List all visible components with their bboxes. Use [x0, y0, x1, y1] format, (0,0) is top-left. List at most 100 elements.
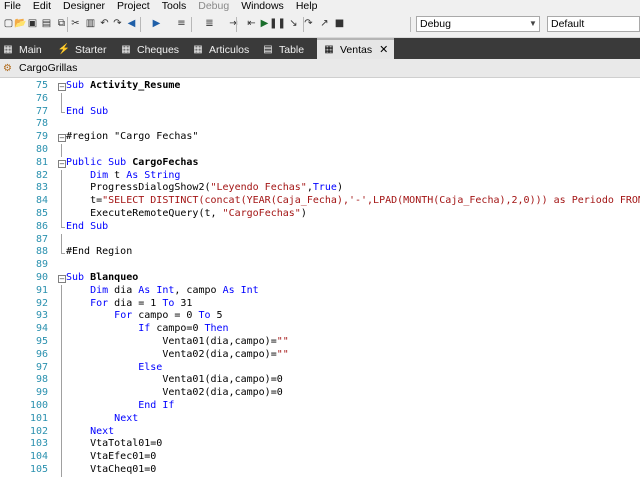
code-line[interactable]: 93 For campo = 0 To 5: [0, 310, 640, 323]
collapse-icon[interactable]: −: [58, 134, 66, 143]
tab-main[interactable]: ▦ Main: [2, 40, 42, 59]
line-number: 92: [35, 297, 48, 309]
build-config-select[interactable]: Debug ▼: [416, 16, 540, 32]
line-number: 102: [29, 425, 48, 437]
line-number: 84: [35, 195, 48, 207]
code-line[interactable]: 94 If campo=0 Then: [0, 323, 640, 336]
collapse-icon[interactable]: −: [58, 83, 66, 91]
menu-edit[interactable]: Edit: [33, 0, 51, 13]
close-icon[interactable]: ✕: [379, 43, 388, 56]
platform-select[interactable]: Default: [547, 16, 640, 32]
code-line[interactable]: 104 VtaEfec01=0: [0, 451, 640, 464]
code-line[interactable]: 98 Venta01(dia,campo)=0: [0, 374, 640, 387]
menu-file[interactable]: File: [4, 0, 21, 13]
code-line[interactable]: 99 Venta02(dia,campo)=0: [0, 387, 640, 400]
code-line[interactable]: 87: [0, 234, 640, 247]
tab-ventas[interactable]: ▦ Ventas ✕: [317, 38, 395, 59]
tab-bar: ▦ Main ⚡ Starter ▦ Cheques ▦ Articulos ▤ Table ▦ Ve…: [0, 38, 640, 59]
sub-icon: ⚙: [3, 62, 12, 74]
collapse-icon[interactable]: −: [58, 159, 66, 168]
code-line[interactable]: 103 VtaTotal01=0: [0, 438, 640, 451]
code-text: VtaEfec01=0: [66, 451, 157, 463]
code-line[interactable]: 89: [0, 259, 640, 272]
line-number: 81: [35, 156, 48, 168]
code-line[interactable]: 75 Sub Activity_Resume: [0, 80, 640, 93]
code-line[interactable]: 96 Venta02(dia,campo)="": [0, 349, 640, 362]
fold-guide: [61, 387, 62, 400]
code-text: Venta01(dia,campo)="": [66, 336, 289, 347]
code-text: t="SELECT DISTINCT(concat(YEAR(Caja_Fech…: [66, 195, 640, 207]
code-line[interactable]: 88 #End Region: [0, 246, 640, 259]
code-line[interactable]: 95 Venta01(dia,campo)="": [0, 336, 640, 349]
code-line[interactable]: 79 #region "Cargo Fechas": [0, 131, 640, 144]
toolbar-separator: [410, 17, 411, 32]
back-icon[interactable]: ◀: [125, 17, 138, 30]
menu-debug[interactable]: Debug: [198, 0, 229, 13]
menu-tools[interactable]: Tools: [162, 0, 187, 13]
code-line[interactable]: 77 End Sub: [0, 106, 640, 119]
cut-icon[interactable]: ✂: [69, 17, 82, 30]
menu-designer[interactable]: Designer: [63, 0, 105, 13]
tab-table[interactable]: ▤ Table: [262, 40, 304, 59]
code-line[interactable]: 85 ExecuteRemoteQuery(t, "CargoFechas"): [0, 208, 640, 221]
code-line[interactable]: 84 t="SELECT DISTINCT(concat(YEAR(Caja_F…: [0, 195, 640, 208]
module-icon: ▦: [121, 44, 131, 55]
fold-end-guide: [61, 252, 65, 254]
module-icon: ▦: [324, 44, 334, 55]
code-line[interactable]: 102 Next: [0, 426, 640, 439]
fold-guide: [61, 323, 62, 336]
code-line[interactable]: 78: [0, 118, 640, 131]
line-number: 85: [35, 208, 48, 219]
step-in-icon[interactable]: ↘: [287, 17, 300, 30]
forward-icon[interactable]: ▶: [150, 17, 163, 30]
step-out-icon[interactable]: ↗: [318, 17, 331, 30]
code-editor[interactable]: 75 Sub Activity_Resume −76 77 End Sub 78 79 #re…: [0, 78, 640, 477]
table-icon: ▤: [263, 44, 273, 55]
code-line[interactable]: 76: [0, 93, 640, 106]
code-text: #region "Cargo Fechas": [66, 131, 199, 143]
indent-icon[interactable]: ⇥: [227, 17, 240, 30]
code-line[interactable]: 83 ProgressDialogShow2("Leyendo Fechas",…: [0, 182, 640, 195]
menu-help[interactable]: Help: [296, 0, 318, 13]
tab-label: Table: [279, 43, 305, 56]
current-sub-label[interactable]: CargoGrillas: [19, 62, 77, 74]
uncomment-icon[interactable]: ≣: [203, 17, 216, 30]
tab-starter[interactable]: ⚡ Starter: [58, 40, 107, 59]
fold-guide: [61, 195, 62, 208]
code-line[interactable]: 86 End Sub: [0, 221, 640, 234]
code-line[interactable]: 82 Dim t As String: [0, 170, 640, 183]
tab-articulos[interactable]: ▦ Articulos: [192, 40, 249, 59]
line-number: 89: [35, 259, 48, 271]
menu-windows[interactable]: Windows: [241, 0, 284, 13]
code-line[interactable]: 101 Next: [0, 413, 640, 426]
code-line[interactable]: 97 Else: [0, 362, 640, 375]
paste-icon[interactable]: ▥: [84, 17, 97, 30]
code-line[interactable]: 92 For dia = 1 To 31: [0, 298, 640, 311]
code-line[interactable]: 100 End If: [0, 400, 640, 413]
menu-bar: File Edit Designer Project Tools Debug Windows…: [0, 0, 640, 13]
tab-cheques[interactable]: ▦ Cheques: [120, 40, 179, 59]
fold-guide: [61, 348, 62, 362]
menu-project[interactable]: Project: [117, 0, 150, 13]
comment-icon[interactable]: ≡: [175, 17, 188, 30]
stop-icon[interactable]: ■: [333, 17, 346, 30]
pause-icon[interactable]: ❚❚: [269, 17, 286, 30]
code-text: Public Sub CargoFechas: [66, 156, 199, 168]
collapse-icon[interactable]: −: [58, 275, 66, 283]
code-text: Sub Blanqueo: [66, 272, 139, 283]
save-all-icon[interactable]: ▤: [40, 17, 53, 30]
toolbar-separator: [236, 17, 237, 32]
redo-icon[interactable]: ↷: [111, 17, 124, 30]
undo-icon[interactable]: ↶: [98, 17, 111, 30]
code-text: End Sub: [66, 220, 109, 232]
code-line[interactable]: 81 Public Sub CargoFechas: [0, 157, 640, 170]
line-number: 103: [29, 438, 48, 450]
code-text: Dim t As String: [90, 169, 181, 181]
code-line[interactable]: 90 Sub Blanqueo: [0, 272, 640, 285]
code-line[interactable]: 80: [0, 144, 640, 157]
outdent-icon[interactable]: ⇤: [245, 17, 258, 30]
save-icon[interactable]: ▣: [26, 17, 39, 30]
fold-guide: [61, 310, 62, 324]
code-line[interactable]: 105 VtaCheq01=0: [0, 464, 640, 477]
code-line[interactable]: 91 Dim dia As Int, campo As Int: [0, 285, 640, 298]
